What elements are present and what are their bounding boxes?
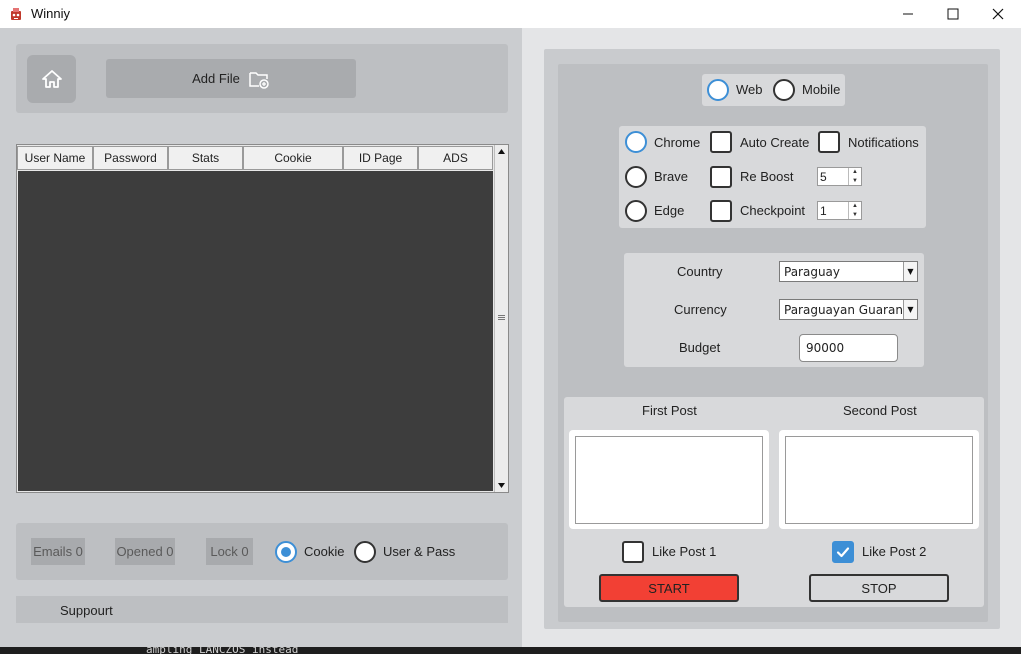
checkpoint-checkbox[interactable] <box>710 200 732 222</box>
re-boost-value: 5 <box>820 169 827 184</box>
checkpoint-spinner[interactable]: 1 ▲ ▼ <box>817 201 862 220</box>
cookie-radio[interactable] <box>275 541 297 563</box>
user-pass-radio[interactable] <box>354 541 376 563</box>
first-post-label: First Post <box>642 403 697 418</box>
close-button[interactable] <box>975 0 1021 28</box>
table-body[interactable] <box>18 171 493 491</box>
chevron-down-icon[interactable]: ▼ <box>903 262 917 281</box>
country-select[interactable]: Paraguay ▼ <box>779 261 918 282</box>
scrollbar-arrows-icon <box>498 149 505 488</box>
maximize-button[interactable] <box>930 0 976 28</box>
column-header[interactable]: Stats <box>168 146 243 170</box>
lock-count: Lock 0 <box>206 538 253 565</box>
currency-label: Currency <box>674 302 727 317</box>
start-button[interactable]: START <box>599 574 739 602</box>
like-post-2-checkbox[interactable] <box>832 541 854 563</box>
add-file-button[interactable]: Add File <box>106 59 356 98</box>
window-title: Winniy <box>31 6 71 21</box>
console-text: ampling LANCZOS instead <box>146 644 299 654</box>
second-post-label: Second Post <box>843 403 917 418</box>
brave-label: Brave <box>654 169 688 184</box>
column-header[interactable]: Password <box>93 146 168 170</box>
checkpoint-value: 1 <box>820 203 827 218</box>
close-icon <box>992 8 1004 20</box>
second-post-input[interactable] <box>785 436 973 524</box>
mobile-label: Mobile <box>802 82 841 97</box>
emails-count: Emails 0 <box>31 538 85 565</box>
re-boost-checkbox[interactable] <box>710 166 732 188</box>
brave-radio[interactable] <box>625 166 647 188</box>
like-post-1-label: Like Post 1 <box>652 544 717 559</box>
chrome-radio[interactable] <box>625 131 647 153</box>
checkpoint-label: Checkpoint <box>740 203 806 218</box>
web-radio[interactable] <box>707 79 729 101</box>
column-header[interactable]: User Name <box>17 146 93 170</box>
re-boost-spinner[interactable]: 5 ▲ ▼ <box>817 167 862 186</box>
re-boost-label: Re Boost <box>740 169 794 184</box>
budget-label: Budget <box>679 340 721 355</box>
chrome-label: Chrome <box>654 135 701 150</box>
spinner-arrows-icon[interactable]: ▲ ▼ <box>848 202 861 219</box>
column-header[interactable]: ID Page <box>343 146 418 170</box>
minimize-icon <box>903 13 913 15</box>
like-post-1-checkbox[interactable] <box>622 541 644 563</box>
home-icon <box>41 70 62 88</box>
opened-count: Opened 0 <box>115 538 175 565</box>
title-bar <box>0 0 1021 28</box>
country-label: Country <box>677 264 723 279</box>
minimize-button[interactable] <box>885 0 931 28</box>
cookie-label: Cookie <box>304 544 345 559</box>
column-header[interactable]: Cookie <box>243 146 343 170</box>
notifications-checkbox[interactable] <box>818 131 840 153</box>
maximize-icon <box>947 8 959 20</box>
edge-radio[interactable] <box>625 200 647 222</box>
first-post-input[interactable] <box>575 436 763 524</box>
app-logo-icon <box>8 6 24 22</box>
table-header: User Name Password Stats Cookie ID Page … <box>17 146 493 170</box>
spinner-arrows-icon[interactable]: ▲ ▼ <box>848 168 861 185</box>
like-post-2-label: Like Post 2 <box>862 544 927 559</box>
support-label: Suppourt <box>60 603 113 618</box>
home-button[interactable] <box>27 55 76 103</box>
stop-button[interactable]: STOP <box>809 574 949 602</box>
budget-input[interactable]: 90000 <box>799 334 898 362</box>
web-label: Web <box>736 82 763 97</box>
currency-value: Paraguayan Guarani <box>784 302 907 317</box>
user-pass-label: User & Pass <box>383 544 456 559</box>
auto-create-label: Auto Create <box>740 135 810 150</box>
mobile-radio[interactable] <box>773 79 795 101</box>
chevron-down-icon[interactable]: ▼ <box>903 300 917 319</box>
column-header[interactable]: ADS <box>418 146 493 170</box>
notifications-label: Notifications <box>848 135 919 150</box>
folder-add-icon <box>249 71 269 89</box>
country-value: Paraguay <box>784 264 841 279</box>
add-file-label: Add File <box>192 71 240 86</box>
table-scrollbar[interactable] <box>494 145 508 492</box>
auto-create-checkbox[interactable] <box>710 131 732 153</box>
checkmark-icon <box>836 547 850 558</box>
edge-label: Edge <box>654 203 685 218</box>
currency-select[interactable]: Paraguayan Guarani ▼ <box>779 299 918 320</box>
